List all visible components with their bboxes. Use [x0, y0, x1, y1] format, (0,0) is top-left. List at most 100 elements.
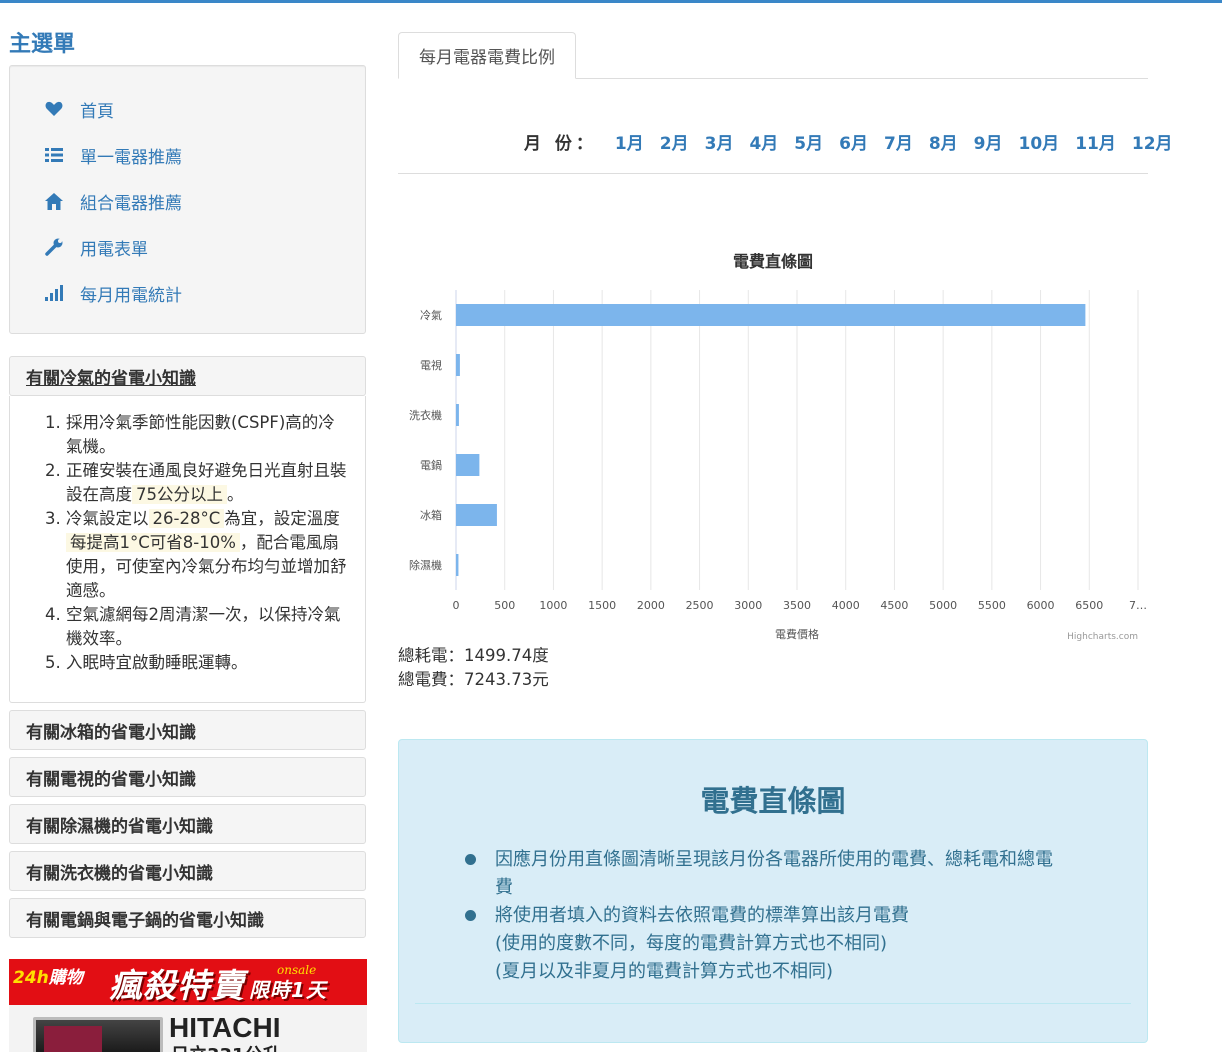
- x-tick-label: 4500: [880, 599, 908, 612]
- info-text: (夏月以及非夏月的電費計算方式也不相同): [495, 961, 834, 982]
- tip-text: 採用冷氣季節性能因數(CSPF)高的冷氣機。: [66, 413, 335, 456]
- bar-除濕機: [456, 554, 459, 576]
- cost-bar-chart: 電費直條圖 0 500 1000 1500 2000 2500 3000 3500 4000 450…: [398, 240, 1148, 654]
- ad-brand: 24h購物: [13, 963, 83, 988]
- tip-text: 冷氣設定以: [66, 509, 149, 528]
- y-category-label: 冷氣: [420, 308, 442, 322]
- panel-heading-dehumidifier-tips[interactable]: 有關除濕機的省電小知識: [9, 804, 366, 844]
- top-accent-bar: [0, 0, 1222, 3]
- panel-heading-label: 有關冷氣的省電小知識: [26, 368, 196, 389]
- tip-item: 正確安裝在通風良好避免日光直射且裝設在高度75公分以上。: [66, 459, 351, 507]
- divider: [398, 173, 1148, 174]
- bar-電鍋: [456, 454, 480, 476]
- month-link-11[interactable]: 11月: [1075, 129, 1116, 154]
- ad-limited-text: 限時1天: [249, 978, 327, 1002]
- menu-item-label: 單一電器推薦: [80, 147, 182, 168]
- tip-text: 入眠時宜啟動睡眠運轉。: [66, 653, 248, 672]
- month-link-4[interactable]: 4月: [749, 129, 778, 154]
- y-category-label: 除濕機: [409, 558, 442, 572]
- panel-heading-washer-tips[interactable]: 有關洗衣機的省電小知識: [9, 851, 366, 891]
- tab-monthly-cost-ratio[interactable]: 每月電器電費比例: [398, 32, 576, 79]
- panel-heading-label: 有關電鍋與電子鍋的省電小知識: [26, 910, 264, 931]
- ad-banner[interactable]: 24h購物 瘋殺特賣限時1天 onsale HITACHI 日立331公升: [9, 959, 367, 1052]
- info-text: 因應月份用直條圖清晰呈現該月份各電器所使用的電費、總耗電和總電費: [495, 849, 1053, 898]
- x-tick-label: 6000: [1027, 599, 1055, 612]
- main-menu-title: 主選單: [9, 32, 76, 57]
- x-tick-label: 2500: [686, 599, 714, 612]
- month-link-12[interactable]: 12月: [1132, 129, 1173, 154]
- info-list: 因應月份用直條圖清晰呈現該月份各電器所使用的電費、總耗電和總電費 將使用者填入的…: [463, 846, 1055, 986]
- tip-text: 為宜，設定溫度: [224, 509, 340, 528]
- month-link-9[interactable]: 9月: [974, 129, 1003, 154]
- panel-heading-label: 有關洗衣機的省電小知識: [26, 863, 213, 884]
- home-icon: [44, 191, 64, 211]
- info-divider: [415, 1003, 1131, 1004]
- bar-洗衣機: [456, 404, 459, 426]
- info-title: 電費直條圖: [700, 784, 846, 818]
- month-link-8[interactable]: 8月: [929, 129, 958, 154]
- tip-highlight: 26-28°C: [148, 509, 225, 528]
- month-link-6[interactable]: 6月: [839, 129, 868, 154]
- menu-item-label: 每月用電統計: [80, 285, 182, 306]
- month-label: 月 份：: [524, 133, 597, 154]
- menu-item-single-appliance[interactable]: 單一電器推薦: [44, 143, 182, 168]
- x-tick-label: 0: [453, 599, 460, 612]
- month-link-3[interactable]: 3月: [705, 129, 734, 154]
- ad-brand-num: 24h: [13, 968, 49, 988]
- panel-heading-rice-cooker-tips[interactable]: 有關電鍋與電子鍋的省電小知識: [9, 898, 366, 938]
- chart-credit: Highcharts.com: [1067, 632, 1138, 642]
- x-axis-title: 電費價格: [775, 627, 819, 641]
- bar-冷氣: [456, 304, 1086, 326]
- panel-heading-ac-tips[interactable]: 有關冷氣的省電小知識: [9, 356, 366, 396]
- x-tick-label: 5500: [978, 599, 1006, 612]
- bar-冰箱: [456, 504, 497, 526]
- y-category-label: 冰箱: [420, 508, 442, 522]
- y-category-label: 電鍋: [420, 458, 442, 472]
- x-tick-label: 1000: [539, 599, 567, 612]
- ad-product-image: [33, 1017, 163, 1052]
- main-menu: 首頁 單一電器推薦 組合電器推薦 用電表單 每月用電統計: [9, 65, 366, 334]
- month-link-10[interactable]: 10月: [1019, 129, 1060, 154]
- ad-onsale-text: onsale: [277, 963, 317, 977]
- x-tick-label: 3000: [734, 599, 762, 612]
- tab-label: 每月電器電費比例: [419, 48, 555, 68]
- month-selector: 月 份： 1月 2月 3月 4月 5月 6月 7月 8月 9月 10月 11月 …: [524, 128, 1189, 154]
- month-link-7[interactable]: 7月: [884, 129, 913, 154]
- month-link-5[interactable]: 5月: [794, 129, 823, 154]
- ad-product-brand: HITACHI: [169, 1012, 281, 1043]
- panel-heading-label: 有關除濕機的省電小知識: [26, 816, 213, 837]
- y-category-label: 洗衣機: [409, 408, 442, 422]
- x-tick-label: 4000: [832, 599, 860, 612]
- tip-highlight: 75公分以上: [132, 485, 227, 504]
- bullet-icon: [465, 910, 476, 921]
- chart-title: 電費直條圖: [733, 252, 813, 271]
- panel-heading-label: 有關電視的省電小知識: [26, 769, 196, 790]
- panel-body-ac-tips: 採用冷氣季節性能因數(CSPF)高的冷氣機。 正確安裝在通風良好避免日光直射且裝…: [9, 396, 366, 703]
- menu-item-monthly-stats[interactable]: 每月用電統計: [44, 281, 182, 306]
- panel-heading-label: 有關冰箱的省電小知識: [26, 722, 196, 743]
- tip-item: 空氣濾網每2周清潔一次，以保持冷氣機效率。: [66, 603, 351, 651]
- list-icon: [44, 145, 64, 165]
- tip-text: 。: [227, 485, 244, 504]
- ad-product-text: 日立331公升: [171, 1041, 281, 1052]
- info-item: 因應月份用直條圖清晰呈現該月份各電器所使用的電費、總耗電和總電費: [463, 846, 1055, 902]
- info-text: 將使用者填入的資料去依照電費的標準算出該月電費: [495, 905, 909, 926]
- panel-heading-tv-tips[interactable]: 有關電視的省電小知識: [9, 757, 366, 797]
- ac-tips-list: 採用冷氣季節性能因數(CSPF)高的冷氣機。 正確安裝在通風良好避免日光直射且裝…: [10, 396, 365, 675]
- chart-svg: 電費直條圖 0 500 1000 1500 2000 2500 3000 3500 4000 450…: [409, 252, 1147, 642]
- month-link-1[interactable]: 1月: [615, 129, 644, 154]
- menu-item-combo-appliance[interactable]: 組合電器推薦: [44, 189, 182, 214]
- y-category-label: 電視: [420, 358, 442, 372]
- ad-headline-text: 瘋殺特賣: [109, 966, 245, 1005]
- x-tick-label: 3500: [783, 599, 811, 612]
- signal-icon: [44, 283, 64, 303]
- tip-text: 空氣濾網每2周清潔一次，以保持冷氣機效率。: [66, 605, 341, 648]
- month-link-2[interactable]: 2月: [660, 129, 689, 154]
- panel-heading-fridge-tips[interactable]: 有關冰箱的省電小知識: [9, 710, 366, 750]
- menu-item-home[interactable]: 首頁: [44, 97, 114, 122]
- total-power: 總耗電：1499.74度: [398, 646, 549, 665]
- tip-item: 冷氣設定以26-28°C為宜，設定溫度每提高1°C可省8-10%，配合電風扇使用…: [66, 507, 351, 603]
- menu-item-usage-form[interactable]: 用電表單: [44, 235, 148, 260]
- tip-item: 入眠時宜啟動睡眠運轉。: [66, 651, 351, 675]
- wrench-icon: [44, 237, 64, 257]
